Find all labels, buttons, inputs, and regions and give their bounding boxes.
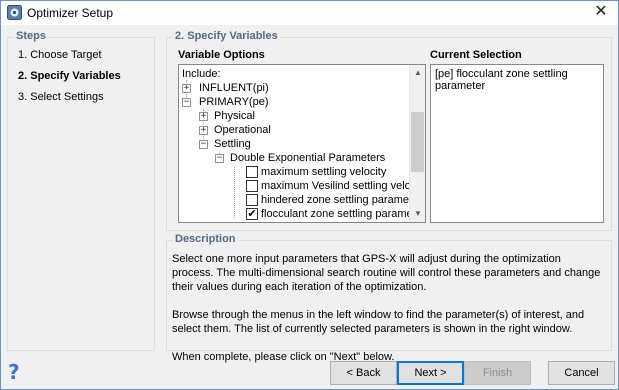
scroll-thumb[interactable] <box>411 112 424 172</box>
step-choose-target: 1. Choose Target <box>18 49 102 61</box>
tree-item-settling[interactable]: − Settling <box>199 137 409 152</box>
description-text: Select one more input parameters that GP… <box>172 252 604 378</box>
description-paragraph: Select one more input parameters that GP… <box>172 253 601 293</box>
expand-plus-icon[interactable]: + <box>199 112 208 121</box>
tree-connector <box>234 167 235 218</box>
tree-item-primary[interactable]: − PRIMARY(pe) <box>182 95 412 110</box>
tree-item-label: Include: <box>182 68 221 80</box>
tree-scrollbar[interactable]: ▲ ▼ <box>409 65 425 222</box>
description-title: Description <box>173 233 238 245</box>
tree-item-influent[interactable]: + INFLUENT(pi) <box>182 81 412 96</box>
steps-panel: Steps 1. Choose Target 2. Specify Variab… <box>7 30 155 351</box>
steps-title: Steps <box>14 30 48 42</box>
app-icon <box>7 5 22 20</box>
tree-item-max-settling-velocity[interactable]: maximum settling velocity <box>246 165 411 180</box>
collapse-minus-icon[interactable]: − <box>182 98 191 107</box>
collapse-minus-icon[interactable]: − <box>215 154 224 163</box>
tree-item-max-vesilind-velocity[interactable]: maximum Vesilind settling velocity <box>246 179 425 194</box>
tree-item-physical[interactable]: + Physical <box>199 109 409 124</box>
tree-item-label[interactable]: flocculant zone settling parameter <box>261 207 425 222</box>
step-specify-variables: 2. Specify Variables <box>18 70 121 82</box>
collapse-minus-icon[interactable]: − <box>199 140 208 149</box>
next-button[interactable]: Next > <box>397 361 464 385</box>
tree-item-label[interactable]: Operational <box>214 123 271 138</box>
tree-item-label[interactable]: INFLUENT(pi) <box>199 81 269 96</box>
tree-item-label[interactable]: PRIMARY(pe) <box>199 95 268 110</box>
variable-options-label: Variable Options <box>178 49 265 61</box>
checkbox-checked[interactable]: ✔ <box>246 208 258 220</box>
close-icon[interactable]: ✕ <box>584 1 618 25</box>
current-selection-list[interactable]: [pe] flocculant zone settling parameter <box>430 64 604 223</box>
tree-item-include: Include: <box>182 67 221 82</box>
tree-item-label[interactable]: Settling <box>214 137 251 152</box>
tree-item-label[interactable]: maximum settling velocity <box>261 165 386 180</box>
tree-item-operational[interactable]: + Operational <box>199 123 409 138</box>
checkbox[interactable] <box>246 166 258 178</box>
description-paragraph: Browse through the menus in the left win… <box>172 309 585 335</box>
expand-plus-icon[interactable]: + <box>182 84 191 93</box>
expand-plus-icon[interactable]: + <box>199 126 208 135</box>
current-selection-label: Current Selection <box>430 49 522 61</box>
back-button[interactable]: < Back <box>330 361 397 385</box>
cancel-button[interactable]: Cancel <box>548 361 615 385</box>
tree-item-label[interactable]: maximum Vesilind settling velocity <box>261 179 425 194</box>
checkbox[interactable] <box>246 180 258 192</box>
scroll-down-arrow-icon[interactable]: ▼ <box>410 206 425 222</box>
tree-item-double-exponential[interactable]: − Double Exponential Parameters <box>215 151 410 166</box>
tree-item-label[interactable]: Physical <box>214 109 255 124</box>
checkbox[interactable] <box>246 194 258 206</box>
help-icon[interactable]: ? <box>8 361 27 383</box>
variable-options-tree[interactable]: Include: + INFLUENT(pi) − PRIMARY(pe) + … <box>178 64 426 223</box>
selected-item[interactable]: [pe] flocculant zone settling parameter <box>435 68 599 92</box>
scroll-up-arrow-icon[interactable]: ▲ <box>410 65 425 81</box>
tree-item-hindered-zone[interactable]: hindered zone settling parameter <box>246 193 422 208</box>
finish-button[interactable]: Finish <box>464 361 531 385</box>
window-title: Optimizer Setup <box>27 6 114 20</box>
tree-item-label[interactable]: hindered zone settling parameter <box>261 193 422 208</box>
tree-item-label[interactable]: Double Exponential Parameters <box>230 151 385 166</box>
specify-variables-title: 2. Specify Variables <box>173 30 280 42</box>
tree-item-flocculant-zone[interactable]: ✔ flocculant zone settling parameter <box>246 207 425 222</box>
title-bar: Optimizer Setup ✕ <box>1 1 618 25</box>
step-select-settings: 3. Select Settings <box>18 91 104 103</box>
